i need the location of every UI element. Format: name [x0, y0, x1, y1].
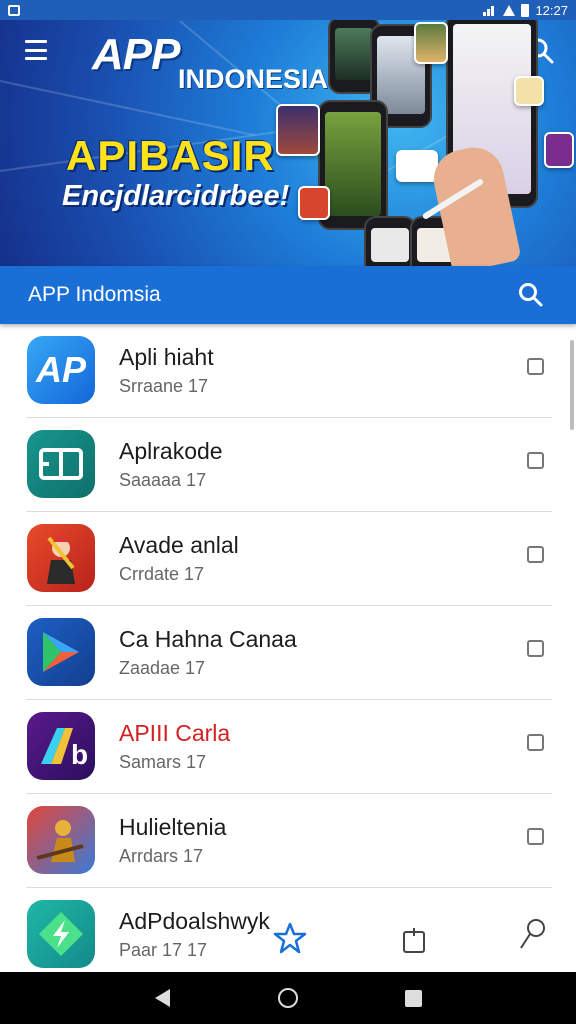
app-title: Ca Hahna Canaa [119, 626, 297, 652]
battery-icon [521, 3, 530, 17]
wifi-icon [503, 4, 516, 16]
golden-figure-icon [27, 806, 95, 874]
logo-app-text: APP [92, 30, 180, 79]
back-icon [155, 989, 171, 1007]
app-subtitle: Arrdars 17 [119, 846, 204, 866]
system-nav-bar [0, 972, 576, 1024]
promo-banner[interactable]: APP INDONESIA APIBASIR Encjdlarcidrbee! [0, 20, 576, 266]
status-bar: 12:27 [0, 0, 576, 20]
notification-icon [8, 4, 20, 16]
warrior-icon [27, 524, 95, 592]
app-title: Apli hiaht [119, 344, 214, 370]
game-card [544, 132, 574, 168]
list-item[interactable]: b APIII Carla Samars 17 [0, 700, 576, 794]
play-triangle-icon [27, 618, 95, 686]
bottom-actions [0, 912, 576, 962]
game-card [396, 150, 438, 182]
menu-button[interactable] [22, 38, 50, 62]
bag-icon[interactable] [396, 922, 432, 958]
app-subtitle: Srraane 17 [119, 376, 209, 396]
banner-subtitle: Encjdlarcidrbee! [62, 180, 290, 212]
select-checkbox[interactable] [527, 734, 544, 751]
home-button[interactable] [268, 978, 308, 1018]
list-item[interactable]: Avade anlal Crrdate 17 [0, 512, 576, 606]
logo-indonesia-text: INDONESIA [178, 64, 329, 94]
list-item[interactable]: AP Apli hiaht Srraane 17 [0, 324, 576, 418]
select-checkbox[interactable] [527, 828, 544, 845]
status-right: 12:27 [483, 3, 568, 18]
app-title: Avade anlal [119, 532, 239, 558]
select-checkbox[interactable] [527, 546, 544, 563]
select-checkbox[interactable] [527, 640, 544, 657]
app-title: Aplrakode [119, 438, 223, 464]
recents-icon [404, 989, 422, 1007]
select-checkbox[interactable] [527, 452, 544, 469]
app-title: Hulieltenia [119, 814, 227, 840]
app-title: APIII Carla [119, 720, 231, 746]
banner-title: APIBASIR [66, 132, 275, 179]
code-window-icon [27, 430, 95, 498]
app-subtitle: Samars 17 [119, 752, 207, 772]
status-time: 12:27 [535, 2, 568, 18]
app-list[interactable]: AP Apli hiaht Srraane 17 Aplrakode Saaaa… [0, 324, 576, 972]
recents-button[interactable] [393, 978, 433, 1018]
home-icon [277, 988, 298, 1008]
app-bar: APP Indomsia [0, 266, 576, 324]
list-item[interactable]: Hulieltenia Arrdars 17 [0, 794, 576, 888]
app-bar-title: APP Indomsia [28, 283, 161, 306]
back-button[interactable] [143, 978, 183, 1018]
list-item[interactable]: Aplrakode Saaaaa 17 [0, 418, 576, 512]
status-left [8, 4, 20, 16]
game-card [414, 22, 448, 64]
game-card [276, 104, 320, 156]
phone-illustration [364, 216, 416, 266]
star-icon[interactable] [272, 920, 308, 956]
select-checkbox[interactable] [527, 358, 544, 375]
ap-logo-icon: AP [27, 336, 95, 404]
app-subtitle: Saaaaa 17 [119, 470, 207, 490]
svg-text:AP: AP [35, 349, 87, 390]
pin-icon[interactable] [516, 916, 552, 952]
app-subtitle: Zaadae 17 [119, 658, 206, 678]
game-card [298, 186, 330, 220]
ab-letter-icon: b [27, 712, 95, 780]
svg-text:b: b [71, 739, 88, 770]
search-icon[interactable] [516, 280, 546, 310]
game-card [514, 76, 544, 106]
app-subtitle: Crrdate 17 [119, 564, 205, 584]
list-item[interactable]: Ca Hahna Canaa Zaadae 17 [0, 606, 576, 700]
signal-icon [483, 4, 497, 16]
